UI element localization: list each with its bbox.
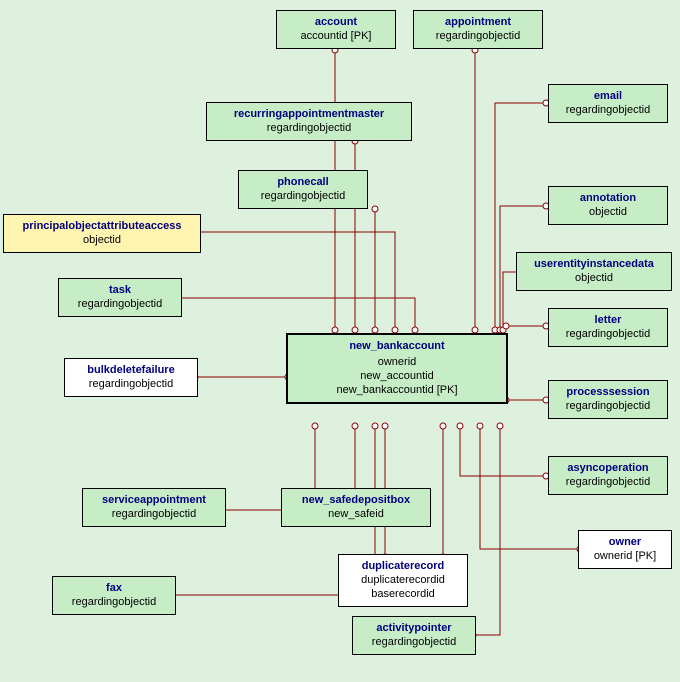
entity-activitypointer: activitypointer regardingobjectid	[352, 616, 476, 655]
entity-title: recurringappointmentmaster	[213, 107, 405, 121]
entity-attr: ownerid	[294, 355, 500, 369]
entity-attr: regardingobjectid	[420, 29, 536, 43]
entity-attr: new_safeid	[288, 507, 424, 521]
entity-attr: objectid	[555, 205, 661, 219]
entity-asyncoperation: asyncoperation regardingobjectid	[548, 456, 668, 495]
entity-recurringappointmentmaster: recurringappointmentmaster regardingobje…	[206, 102, 412, 141]
entity-account: account accountid [PK]	[276, 10, 396, 49]
entity-attr: objectid	[10, 233, 194, 247]
entity-attr: regardingobjectid	[213, 121, 405, 135]
entity-appointment: appointment regardingobjectid	[413, 10, 543, 49]
entity-userentityinstancedata: userentityinstancedata objectid	[516, 252, 672, 291]
entity-attr: ownerid [PK]	[585, 549, 665, 563]
entity-title: fax	[59, 581, 169, 595]
entity-title: appointment	[420, 15, 536, 29]
entity-principalobjectattributeaccess: principalobjectattributeaccess objectid	[3, 214, 201, 253]
entity-attr: regardingobjectid	[71, 377, 191, 391]
entity-attr: regardingobjectid	[245, 189, 361, 203]
entity-attr: regardingobjectid	[555, 475, 661, 489]
entity-task: task regardingobjectid	[58, 278, 182, 317]
entity-attr: regardingobjectid	[65, 297, 175, 311]
entity-title: activitypointer	[359, 621, 469, 635]
entity-owner: owner ownerid [PK]	[578, 530, 672, 569]
entity-title: annotation	[555, 191, 661, 205]
entity-bulkdeletefailure: bulkdeletefailure regardingobjectid	[64, 358, 198, 397]
entity-attr: regardingobjectid	[359, 635, 469, 649]
entity-serviceappointment: serviceappointment regardingobjectid	[82, 488, 226, 527]
entity-title: email	[555, 89, 661, 103]
entity-processsession: processsession regardingobjectid	[548, 380, 668, 419]
entity-title: letter	[555, 313, 661, 327]
entity-attr: accountid [PK]	[283, 29, 389, 43]
entity-title: processsession	[555, 385, 661, 399]
entity-attr: regardingobjectid	[555, 399, 661, 413]
entity-title: new_safedepositbox	[288, 493, 424, 507]
entity-title: account	[283, 15, 389, 29]
entity-attr: new_accountid	[294, 369, 500, 383]
entity-title: duplicaterecord	[345, 559, 461, 573]
entity-title: userentityinstancedata	[523, 257, 665, 271]
entity-attr: regardingobjectid	[89, 507, 219, 521]
entity-email: email regardingobjectid	[548, 84, 668, 123]
entity-attr: regardingobjectid	[555, 327, 661, 341]
entity-fax: fax regardingobjectid	[52, 576, 176, 615]
entity-attr: regardingobjectid	[59, 595, 169, 609]
entity-attr: baserecordid	[345, 587, 461, 601]
entity-title: asyncoperation	[555, 461, 661, 475]
entity-letter: letter regardingobjectid	[548, 308, 668, 347]
entity-duplicaterecord: duplicaterecord duplicaterecordid basere…	[338, 554, 468, 607]
entity-new-safedepositbox: new_safedepositbox new_safeid	[281, 488, 431, 527]
entity-title: bulkdeletefailure	[71, 363, 191, 377]
entity-title: serviceappointment	[89, 493, 219, 507]
entity-new-bankaccount: new_bankaccount ownerid new_accountid ne…	[286, 333, 508, 404]
entity-annotation: annotation objectid	[548, 186, 668, 225]
entity-attr: regardingobjectid	[555, 103, 661, 117]
entity-title: owner	[585, 535, 665, 549]
entity-attr: duplicaterecordid	[345, 573, 461, 587]
entity-title: phonecall	[245, 175, 361, 189]
entity-attr: objectid	[523, 271, 665, 285]
entity-title: new_bankaccount	[294, 339, 500, 353]
entity-attr: new_bankaccountid [PK]	[294, 383, 500, 397]
entity-phonecall: phonecall regardingobjectid	[238, 170, 368, 209]
entity-title: task	[65, 283, 175, 297]
entity-title: principalobjectattributeaccess	[10, 219, 194, 233]
